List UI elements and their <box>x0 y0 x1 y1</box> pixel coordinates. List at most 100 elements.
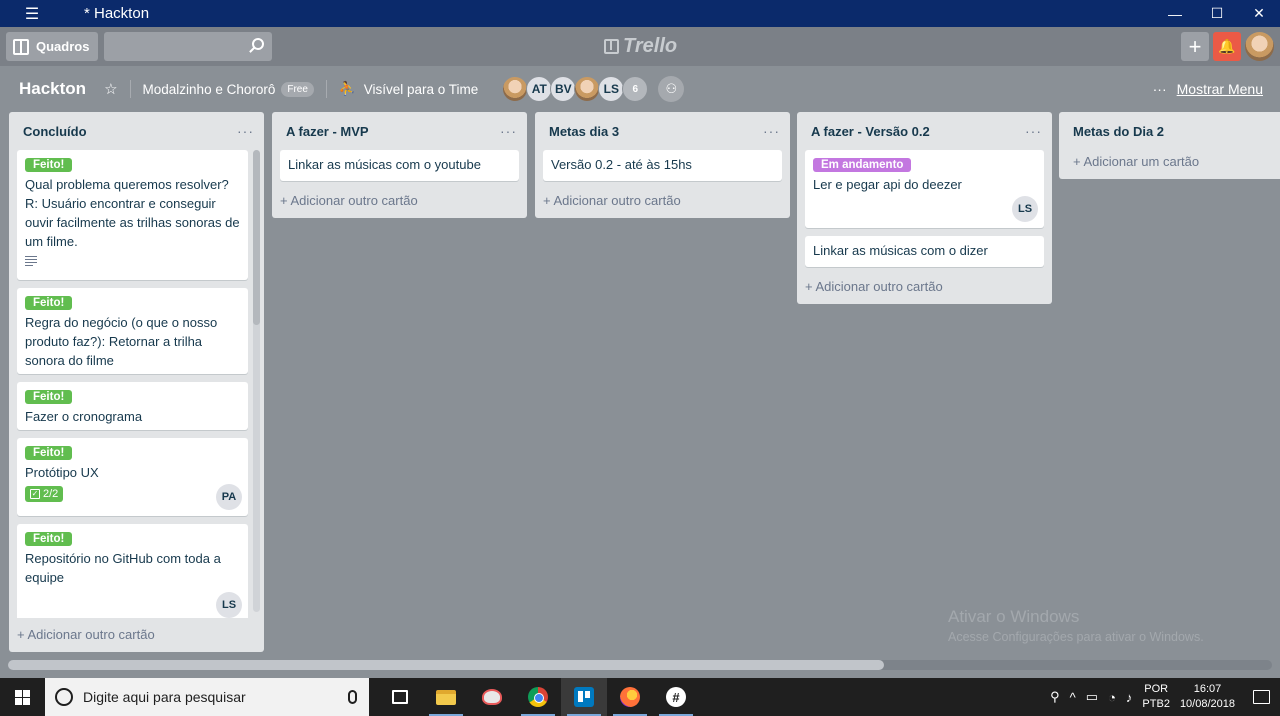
star-icon[interactable]: ☆ <box>104 80 117 98</box>
card-title: Ler e pegar api do deezer <box>813 177 962 192</box>
trello-logo-icon <box>604 39 619 54</box>
card[interactable]: Linkar as músicas com o dizer <box>805 236 1044 267</box>
show-menu-link[interactable]: Mostrar Menu <box>1177 81 1263 97</box>
board-header: Hackton ☆ Modalzinho e Chororô Free ⛹ Vi… <box>0 66 1280 112</box>
minimize-button[interactable]: — <box>1154 0 1196 27</box>
action-center-icon[interactable] <box>1253 690 1270 704</box>
task-view-button[interactable] <box>377 678 423 716</box>
board-name[interactable]: Hackton <box>19 79 86 99</box>
clock-date: 10/08/2018 <box>1179 698 1235 710</box>
language-indicator[interactable]: POR PTB2 <box>1142 682 1170 712</box>
people-icon[interactable]: ⚲ <box>1050 689 1060 705</box>
slack-button[interactable]: # <box>653 678 699 716</box>
windows-logo-icon <box>15 689 30 705</box>
list-title[interactable]: Metas dia 3 <box>549 124 619 139</box>
team-name[interactable]: Modalzinho e Chororô <box>143 82 276 97</box>
battery-icon[interactable]: ▭ <box>1086 689 1098 705</box>
list-title[interactable]: A fazer - MVP <box>286 124 369 139</box>
member-avatar[interactable] <box>502 76 529 102</box>
list-menu-icon[interactable]: ··· <box>500 123 517 139</box>
board-members: AT BV LS 6 <box>502 76 649 102</box>
card[interactable]: Feito! Fazer o cronograma <box>17 382 248 430</box>
card-title: Regra do negócio (o que o nosso produto … <box>25 315 218 368</box>
search-input[interactable] <box>104 32 272 61</box>
paint-app-button[interactable] <box>469 678 515 716</box>
more-members-count[interactable]: 6 <box>622 76 649 102</box>
boards-button[interactable]: Quadros <box>6 32 98 61</box>
board-scrollbar-thumb[interactable] <box>8 660 884 670</box>
boards-label: Quadros <box>36 39 90 54</box>
card-title: Protótipo UX <box>25 465 99 480</box>
add-button[interactable]: + <box>1181 32 1209 61</box>
invite-member-icon[interactable]: ⚇ <box>658 76 685 102</box>
add-card-link[interactable]: + Adicionar outro cartão <box>272 189 527 218</box>
checklist-count: 2/2 <box>43 488 59 500</box>
card[interactable]: Em andamento Ler e pegar api do deezer L… <box>805 150 1044 228</box>
trello-app-button[interactable] <box>561 678 607 716</box>
chevron-up-icon[interactable]: ^ <box>1070 690 1076 705</box>
windows-activation-watermark: Ativar o Windows Acesse Configurações pa… <box>948 607 1204 644</box>
notifications-bell-icon[interactable]: 🔔 <box>1213 32 1241 61</box>
free-badge: Free <box>281 81 314 97</box>
hamburger-menu-icon[interactable]: ☰ <box>0 0 64 27</box>
card[interactable]: Versão 0.2 - até às 15hs <box>543 150 782 181</box>
search-icon[interactable] <box>252 38 264 50</box>
list-title[interactable]: A fazer - Versão 0.2 <box>811 124 930 139</box>
visibility-button[interactable]: ⛹ Visível para o Time <box>339 81 478 97</box>
card[interactable]: Feito! Repositório no GitHub com toda a … <box>17 524 248 618</box>
maximize-button[interactable]: ☐ <box>1196 0 1238 27</box>
card[interactable]: Linkar as músicas com o youtube <box>280 150 519 181</box>
add-card-link[interactable]: + Adicionar um cartão <box>1059 150 1280 179</box>
card-title: Versão 0.2 - até às 15hs <box>551 157 692 172</box>
add-card-link[interactable]: + Adicionar outro cartão <box>535 189 790 218</box>
card[interactable]: Feito! Regra do negócio (o que o nosso p… <box>17 288 248 374</box>
firefox-button[interactable] <box>607 678 653 716</box>
member-avatar[interactable] <box>574 76 601 102</box>
trello-logo[interactable]: Trello <box>604 35 677 58</box>
card[interactable]: Feito! Qual problema queremos resolver? … <box>17 150 248 280</box>
list-title[interactable]: Concluído <box>23 124 87 139</box>
show-menu[interactable]: ··· Mostrar Menu <box>1153 81 1263 97</box>
list-scrollbar[interactable] <box>253 150 260 612</box>
clock[interactable]: 16:07 10/08/2018 <box>1180 682 1235 712</box>
list-scrollbar-thumb[interactable] <box>253 150 260 325</box>
list-a-fazer-mvp: A fazer - MVP ··· Linkar as músicas com … <box>272 112 527 218</box>
close-button[interactable]: ✕ <box>1238 0 1280 27</box>
watermark-line-1: Ativar o Windows <box>948 607 1080 626</box>
chrome-button[interactable] <box>515 678 561 716</box>
taskbar-search[interactable]: Digite aqui para pesquisar <box>45 678 369 716</box>
user-avatar[interactable] <box>1245 32 1274 61</box>
firefox-icon <box>620 687 640 707</box>
list-a-fazer-versao-02: A fazer - Versão 0.2 ··· Em andamento Le… <box>797 112 1052 304</box>
list-menu-icon[interactable]: ··· <box>1025 123 1042 139</box>
window-titlebar: ☰ * Hackton — ☐ ✕ <box>0 0 1280 27</box>
paint-icon <box>482 689 502 705</box>
system-tray: ⚲ ^ ▭ ◔ ♪ POR PTB2 16:07 10/08/2018 <box>1050 682 1270 712</box>
card-label: Feito! <box>25 296 73 310</box>
card-label: Feito! <box>25 532 73 546</box>
start-button[interactable] <box>0 678 45 716</box>
member-avatar[interactable]: AT <box>526 76 553 102</box>
add-card-link[interactable]: + Adicionar outro cartão <box>797 275 1052 304</box>
add-card-link[interactable]: + Adicionar outro cartão <box>9 623 163 652</box>
volume-icon[interactable]: ♪ <box>1126 690 1133 705</box>
board-horizontal-scrollbar[interactable] <box>8 660 1272 670</box>
file-explorer-button[interactable] <box>423 678 469 716</box>
card[interactable]: Feito! Protótipo UX ✓ 2/2 PA <box>17 438 248 516</box>
list-metas-dia-3: Metas dia 3 ··· Versão 0.2 - até às 15hs… <box>535 112 790 218</box>
card-member-avatar[interactable]: LS <box>1012 196 1038 222</box>
member-avatar[interactable]: LS <box>598 76 625 102</box>
trello-logo-text: Trello <box>623 35 678 57</box>
card-member-avatar[interactable]: PA <box>216 484 242 510</box>
cortana-icon[interactable] <box>55 688 73 706</box>
list-title[interactable]: Metas do Dia 2 <box>1073 124 1164 139</box>
member-avatar[interactable]: BV <box>550 76 577 102</box>
card-label: Em andamento <box>813 158 912 172</box>
card-title: Linkar as músicas com o youtube <box>288 157 481 172</box>
search-box[interactable] <box>104 32 272 61</box>
list-menu-icon[interactable]: ··· <box>237 123 254 139</box>
list-menu-icon[interactable]: ··· <box>763 123 780 139</box>
wifi-icon[interactable]: ◔ <box>1108 690 1116 705</box>
microphone-icon[interactable] <box>348 690 357 704</box>
card-member-avatar[interactable]: LS <box>216 592 242 618</box>
